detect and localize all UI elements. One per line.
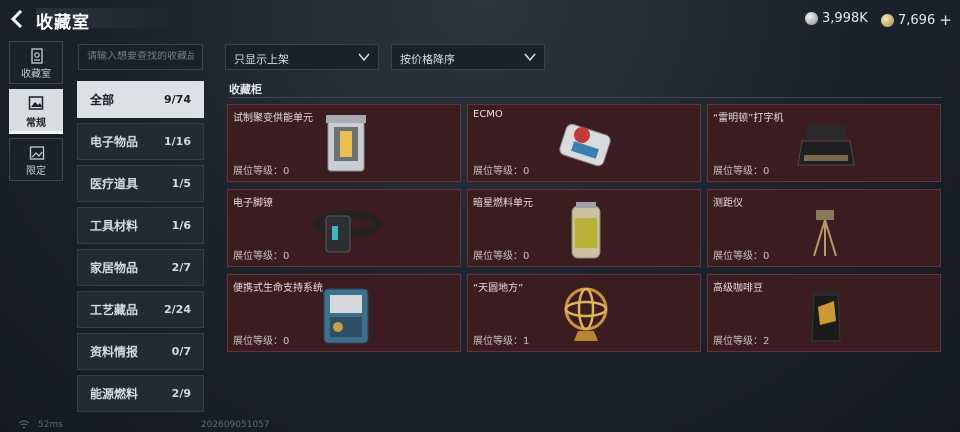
category-energy[interactable]: 能源燃料 2/9 (77, 375, 204, 412)
category-name: 能源燃料 (90, 387, 139, 401)
category-intel[interactable]: 资料情报 0/7 (77, 333, 204, 370)
category-name: 家居物品 (90, 261, 139, 275)
category-name: 电子物品 (90, 135, 139, 149)
category-count: 0/7 (171, 345, 191, 358)
item-card[interactable]: “天圆地方” 展位等级：1 (467, 274, 701, 352)
gold-currency[interactable]: 7,696 + (881, 11, 952, 29)
gold-coin-icon (881, 13, 894, 27)
coffee-bag-icon (811, 291, 841, 342)
add-currency-button[interactable]: + (939, 11, 952, 29)
category-medical[interactable]: 医疗道具 1/5 (77, 165, 204, 202)
category-count: 2/9 (171, 387, 191, 400)
item-card[interactable]: 测距仪 展位等级：0 (707, 189, 941, 267)
nav-tab-limited-label: 限定 (26, 166, 46, 177)
search-input[interactable] (87, 51, 194, 62)
wifi-icon (18, 420, 30, 432)
item-name: 电子脚镣 (233, 198, 273, 209)
status-footer: 52ms 202609051057 (18, 420, 270, 432)
item-level: 展位等级：0 (713, 166, 770, 177)
item-card[interactable]: “雷明顿”打字机 展位等级：0 (707, 104, 941, 182)
chevron-down-icon (358, 53, 370, 62)
rangefinder-tripod-icon (813, 210, 837, 257)
item-name: “雷明顿”打字机 (713, 113, 784, 124)
category-count: 9/74 (164, 93, 191, 106)
ping-value: 52ms (38, 420, 63, 430)
category-tools[interactable]: 工具材料 1/6 (77, 207, 204, 244)
image-frame-icon (29, 146, 45, 160)
page-title: 收藏室 (36, 13, 90, 33)
ankle-monitor-icon (315, 211, 381, 253)
category-count: 1/6 (171, 219, 191, 232)
build-number: 202609051057 (200, 420, 270, 430)
item-level: 展位等级：2 (713, 336, 770, 347)
section-title: 收藏柜 (229, 83, 262, 96)
item-level: 展位等级：0 (473, 251, 530, 262)
category-electronics[interactable]: 电子物品 1/16 (77, 123, 204, 160)
nav-tab-regular[interactable]: 常规 (9, 89, 63, 132)
nav-tab-regular-label: 常规 (26, 118, 46, 129)
item-name: 测距仪 (713, 198, 743, 209)
item-level: 展位等级：0 (233, 251, 290, 262)
category-count: 1/5 (171, 177, 191, 190)
category-count: 2/24 (164, 303, 191, 316)
item-card[interactable]: 电子脚镣 展位等级：0 (227, 189, 461, 267)
category-name: 工具材料 (90, 219, 139, 233)
category-name: 资料情报 (90, 345, 139, 359)
life-support-icon (323, 288, 369, 344)
top-bar: 收藏室 3,998K 7,696 + (0, 0, 960, 38)
category-household[interactable]: 家居物品 2/7 (77, 249, 204, 286)
chevron-down-icon (524, 53, 536, 62)
item-level: 展位等级：0 (233, 166, 290, 177)
category-count: 1/16 (164, 135, 191, 148)
fuel-canister-icon (571, 202, 601, 259)
typewriter-icon (797, 125, 855, 166)
item-level: 展位等级：0 (233, 336, 290, 347)
nav-tab-vault[interactable]: 收藏室 (9, 41, 63, 84)
nav-tab-limited[interactable]: 限定 (9, 138, 63, 181)
item-level: 展位等级：1 (473, 336, 530, 347)
picture-icon (28, 96, 44, 110)
item-name: 试制聚变供能单元 (233, 113, 313, 124)
item-name: “天圆地方” (473, 283, 524, 294)
item-card[interactable]: 便携式生命支持系统 展位等级：0 (227, 274, 461, 352)
sort-value: 按价格降序 (400, 53, 455, 66)
category-count: 2/7 (171, 261, 191, 274)
nav-tab-vault-label: 收藏室 (21, 69, 51, 80)
category-crafts[interactable]: 工艺藏品 2/24 (77, 291, 204, 328)
item-level: 展位等级：0 (473, 166, 530, 177)
search-box[interactable] (78, 44, 203, 70)
shelf-filter-dropdown[interactable]: 只显示上架 (225, 44, 379, 70)
vault-icon (31, 48, 43, 64)
ecmo-machine-icon (559, 123, 611, 167)
silver-currency: 3,998K (805, 11, 868, 26)
fusion-cell-icon (326, 115, 366, 172)
item-name: ECMO (473, 109, 503, 120)
silver-coin-icon (805, 12, 818, 25)
active-tab-indicator (9, 131, 63, 134)
item-card[interactable]: 试制聚变供能单元 展位等级：0 (227, 104, 461, 182)
sort-dropdown[interactable]: 按价格降序 (391, 44, 545, 70)
item-card[interactable]: ECMO 展位等级：0 (467, 104, 701, 182)
category-name: 医疗道具 (90, 177, 139, 191)
shelf-filter-value: 只显示上架 (234, 53, 289, 66)
category-all[interactable]: 全部 9/74 (77, 81, 204, 118)
category-name: 工艺藏品 (90, 303, 139, 317)
item-card[interactable]: 高级咖啡豆 展位等级：2 (707, 274, 941, 352)
section-divider (229, 97, 942, 98)
back-arrow-icon[interactable] (8, 9, 28, 29)
item-name: 高级咖啡豆 (713, 283, 763, 294)
item-name: 暗星燃料单元 (473, 198, 533, 209)
gold-currency-value: 7,696 (898, 12, 936, 28)
silver-currency-value: 3,998K (822, 11, 868, 26)
category-name: 全部 (90, 93, 115, 107)
armillary-sphere-icon (564, 287, 608, 341)
item-level: 展位等级：0 (713, 251, 770, 262)
item-card[interactable]: 暗星燃料单元 展位等级：0 (467, 189, 701, 267)
